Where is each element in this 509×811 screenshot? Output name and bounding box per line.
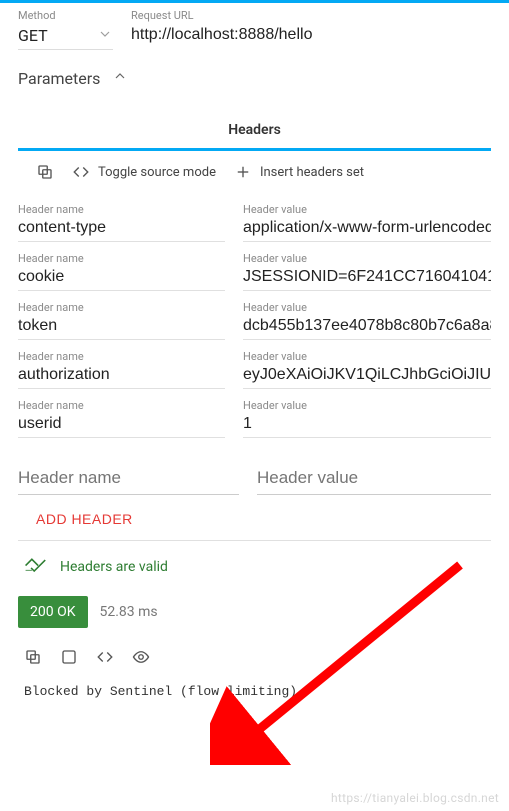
eye-icon[interactable] [132, 648, 150, 666]
method-value-text: GET [18, 26, 48, 45]
header-value-label: Header value [243, 350, 491, 363]
headers-toolbar: Toggle source mode Insert headers set [0, 151, 509, 191]
insert-headers-set-button[interactable]: Insert headers set [234, 163, 364, 181]
response-toolbar [0, 638, 509, 672]
add-header-button[interactable]: ADD HEADER [36, 511, 133, 527]
headers-list: Header name Header value Header name Hea… [0, 191, 509, 497]
status-badge: 200 OK [18, 596, 88, 628]
header-value-label: Header value [243, 203, 491, 216]
header-value-input[interactable] [243, 265, 491, 291]
header-value-label: Header value [243, 399, 491, 412]
header-name-input[interactable] [18, 216, 225, 242]
tab-headers[interactable]: Headers [18, 112, 491, 151]
header-row: Header name Header value [0, 391, 509, 440]
header-name-label: Header name [18, 252, 225, 265]
copy-icon[interactable] [36, 163, 54, 181]
insert-headers-set-label: Insert headers set [260, 165, 364, 180]
response-timing: 52.83 ms [100, 604, 158, 620]
header-value-input[interactable] [243, 216, 491, 242]
header-name-input[interactable] [18, 363, 225, 389]
header-name-input[interactable] [18, 314, 225, 340]
header-value-input-empty[interactable] [257, 458, 491, 495]
headers-valid-text: Headers are valid [60, 559, 168, 575]
header-row: Header name Header value [0, 293, 509, 342]
valid-check-icon [24, 555, 46, 578]
header-row-empty [0, 440, 509, 497]
code-icon [72, 163, 90, 181]
header-value-input[interactable] [243, 412, 491, 438]
watermark: https://tianyalei.blog.csdn.net [331, 791, 499, 805]
header-value-label: Header value [243, 252, 491, 265]
add-header-row: ADD HEADER [18, 497, 491, 541]
url-label: Request URL [131, 9, 491, 22]
header-row: Header name Header value [0, 195, 509, 244]
header-name-label: Header name [18, 203, 225, 216]
header-row: Header name Header value [0, 342, 509, 391]
parameters-tabs: Headers [18, 112, 491, 151]
method-field[interactable]: Method GET [18, 9, 113, 50]
request-line: Method GET Request URL [0, 3, 509, 50]
parameters-header[interactable]: Parameters [0, 50, 509, 88]
chevron-up-icon [112, 68, 128, 88]
header-value-input[interactable] [243, 363, 491, 389]
copy-response-icon[interactable] [24, 648, 42, 666]
url-field[interactable]: Request URL [131, 9, 491, 50]
chevron-down-icon [97, 26, 113, 45]
toggle-source-button[interactable]: Toggle source mode [72, 163, 216, 181]
response-status-row: 200 OK 52.83 ms [0, 592, 509, 638]
header-row: Header name Header value [0, 244, 509, 293]
response-body: Blocked by Sentinel (flow limiting) [0, 672, 509, 699]
header-name-label: Header name [18, 301, 225, 314]
header-value-input[interactable] [243, 314, 491, 340]
header-name-input[interactable] [18, 412, 225, 438]
headers-valid-row: Headers are valid [0, 541, 509, 592]
header-name-label: Header name [18, 350, 225, 363]
method-label: Method [18, 9, 113, 22]
url-input[interactable] [131, 24, 491, 49]
code-view-icon[interactable] [96, 648, 114, 666]
header-name-label: Header name [18, 399, 225, 412]
download-icon[interactable] [60, 648, 78, 666]
header-name-input[interactable] [18, 265, 225, 291]
parameters-title: Parameters [18, 69, 100, 88]
header-value-label: Header value [243, 301, 491, 314]
toggle-source-label: Toggle source mode [98, 165, 216, 180]
header-name-input-empty[interactable] [18, 458, 239, 495]
plus-icon [234, 163, 252, 181]
method-select[interactable]: GET [18, 24, 113, 50]
